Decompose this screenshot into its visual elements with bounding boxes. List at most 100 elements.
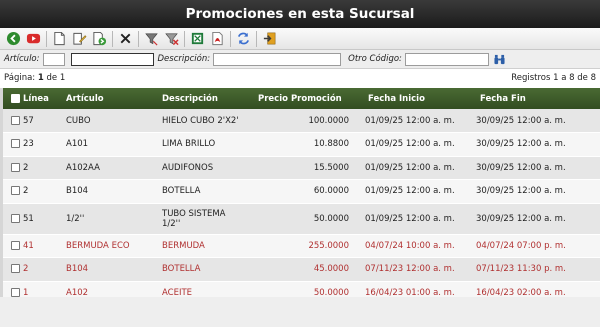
cell-articulo: B104 <box>66 186 89 197</box>
articulo-input[interactable] <box>70 52 154 66</box>
row-checkbox[interactable] <box>11 264 20 274</box>
cell-fecha-fin: 30/09/25 12:00 a. m. <box>476 115 566 126</box>
cell-linea: 2 <box>23 162 29 173</box>
paging-bar: Página: 1 de 1 Registros 1 a 8 de 8 <box>0 69 600 86</box>
export-document-icon[interactable] <box>91 30 108 47</box>
clear-filter-icon[interactable] <box>163 30 180 47</box>
cell-precio: 15.5000 <box>313 162 349 173</box>
row-select-cell <box>3 109 23 133</box>
toolbar-separator <box>256 30 257 47</box>
table-row[interactable]: 41 BERMUDA ECO BERMUDA 255.0000 04/07/24… <box>3 234 600 258</box>
binoculars-icon[interactable] <box>494 54 505 65</box>
table-row[interactable]: 51 1/2'' TUBO SISTEMA 1/2'' 50.0000 01/0… <box>3 203 600 234</box>
cell-precio: 45.0000 <box>313 264 349 275</box>
cell-fecha-fin: 07/11/23 11:30 p. m. <box>476 264 566 275</box>
row-select-cell <box>3 180 23 204</box>
otro-codigo-input[interactable] <box>404 52 489 66</box>
cell-fecha-fin: 30/09/25 12:00 a. m. <box>476 213 566 224</box>
excel-icon[interactable] <box>189 30 206 47</box>
row-checkbox[interactable] <box>11 115 20 125</box>
cell-descripcion: TUBO SISTEMA 1/2'' <box>162 208 226 229</box>
col-articulo[interactable]: Artículo <box>66 88 162 109</box>
cell-precio: 255.0000 <box>308 240 349 251</box>
col-descripcion[interactable]: Descripción <box>162 88 258 109</box>
cell-descripcion: BOTELLA <box>162 186 201 197</box>
empty-grid-area <box>0 297 600 327</box>
table-row[interactable]: 2 A102AA AUDIFONOS 15.5000 01/09/25 12:0… <box>3 156 600 180</box>
table-header: Línea Artículo Descripción Precio Promoc… <box>3 88 600 109</box>
cell-fecha-inicio: 04/07/24 10:00 a. m. <box>365 240 455 251</box>
row-checkbox[interactable] <box>11 162 20 172</box>
articulo-code-input[interactable] <box>42 52 65 66</box>
cell-fecha-inicio: 01/09/25 12:00 a. m. <box>365 213 455 224</box>
row-checkbox[interactable] <box>11 213 20 223</box>
descripcion-label: Descripción: <box>157 54 211 64</box>
row-select-cell <box>3 203 23 234</box>
cell-descripcion: AUDIFONOS <box>162 162 214 173</box>
row-select-cell <box>3 156 23 180</box>
cell-linea: 51 <box>23 213 34 224</box>
col-fecha-inicio[interactable]: Fecha Inicio <box>359 88 471 109</box>
row-checkbox[interactable] <box>11 240 20 250</box>
col-linea[interactable]: Línea <box>23 88 66 109</box>
cell-linea: 57 <box>23 115 34 126</box>
cell-precio: 60.0000 <box>313 186 349 197</box>
cell-articulo: A102AA <box>66 162 100 173</box>
cell-linea: 41 <box>23 240 34 251</box>
col-fecha-fin[interactable]: Fecha Fin <box>471 88 600 109</box>
toolbar <box>0 28 600 50</box>
row-checkbox[interactable] <box>11 139 20 149</box>
row-select-cell <box>3 234 23 258</box>
edit-document-icon[interactable] <box>71 30 88 47</box>
cell-precio: 100.0000 <box>308 115 349 126</box>
back-icon[interactable] <box>5 30 22 47</box>
toolbar-separator <box>184 30 185 47</box>
new-document-icon[interactable] <box>51 30 68 47</box>
cell-articulo: A101 <box>66 139 89 150</box>
cell-fecha-fin: 04/07/24 07:00 p. m. <box>476 240 566 251</box>
delete-icon[interactable] <box>117 30 134 47</box>
exit-icon[interactable] <box>261 30 278 47</box>
table-row[interactable]: 57 CUBO HIELO CUBO 2'X2' 100.0000 01/09/… <box>3 109 600 133</box>
cell-linea: 2 <box>23 186 29 197</box>
current-page[interactable]: 1 <box>38 73 44 83</box>
row-select-cell <box>3 258 23 282</box>
cell-fecha-inicio: 07/11/23 12:00 a. m. <box>365 264 455 275</box>
cell-articulo: BERMUDA ECO <box>66 240 130 251</box>
cell-descripcion: HIELO CUBO 2'X2' <box>162 115 239 126</box>
cell-fecha-inicio: 01/09/25 12:00 a. m. <box>365 115 455 126</box>
filter-icon[interactable] <box>143 30 160 47</box>
cell-articulo: B104 <box>66 264 89 275</box>
select-all-checkbox[interactable] <box>11 93 20 103</box>
cell-descripcion: BOTELLA <box>162 264 201 275</box>
row-checkbox[interactable] <box>11 186 20 196</box>
cell-fecha-fin: 30/09/25 12:00 a. m. <box>476 139 566 150</box>
toolbar-separator <box>112 30 113 47</box>
cell-descripcion: LIMA BRILLO <box>162 139 216 150</box>
youtube-icon[interactable] <box>25 30 42 47</box>
table-row[interactable]: 23 A101 LIMA BRILLO 10.8800 01/09/25 12:… <box>3 132 600 157</box>
cell-linea: 2 <box>23 264 29 275</box>
toolbar-separator <box>46 30 47 47</box>
page-indicator: Página: 1 de 1 <box>4 73 65 83</box>
select-all-cell <box>3 88 23 109</box>
cell-fecha-fin: 30/09/25 12:00 a. m. <box>476 162 566 173</box>
row-checkbox[interactable] <box>11 287 20 297</box>
refresh-icon[interactable] <box>235 30 252 47</box>
cell-precio: 10.8800 <box>313 139 349 150</box>
filter-bar: Artículo: Descripción: Otro Código: <box>0 50 600 69</box>
records-count: Registros 1 a 8 de 8 <box>511 72 596 83</box>
cell-articulo: CUBO <box>66 115 91 126</box>
cell-linea: 23 <box>23 139 34 150</box>
row-select-cell <box>3 133 23 157</box>
col-precio[interactable]: Precio Promoción <box>258 88 359 109</box>
table-row[interactable]: 2 B104 BOTELLA 60.0000 01/09/25 12:00 a.… <box>3 179 600 204</box>
page-total: de 1 <box>46 72 66 83</box>
cell-precio: 50.0000 <box>313 213 349 224</box>
pdf-icon[interactable] <box>209 30 226 47</box>
descripcion-input[interactable] <box>213 52 342 66</box>
cell-fecha-inicio: 01/09/25 12:00 a. m. <box>365 186 455 197</box>
table-row[interactable]: 2 B104 BOTELLA 45.0000 07/11/23 12:00 a.… <box>3 257 600 282</box>
cell-articulo: 1/2'' <box>66 213 85 224</box>
page-title: Promociones en esta Sucursal <box>0 0 600 28</box>
